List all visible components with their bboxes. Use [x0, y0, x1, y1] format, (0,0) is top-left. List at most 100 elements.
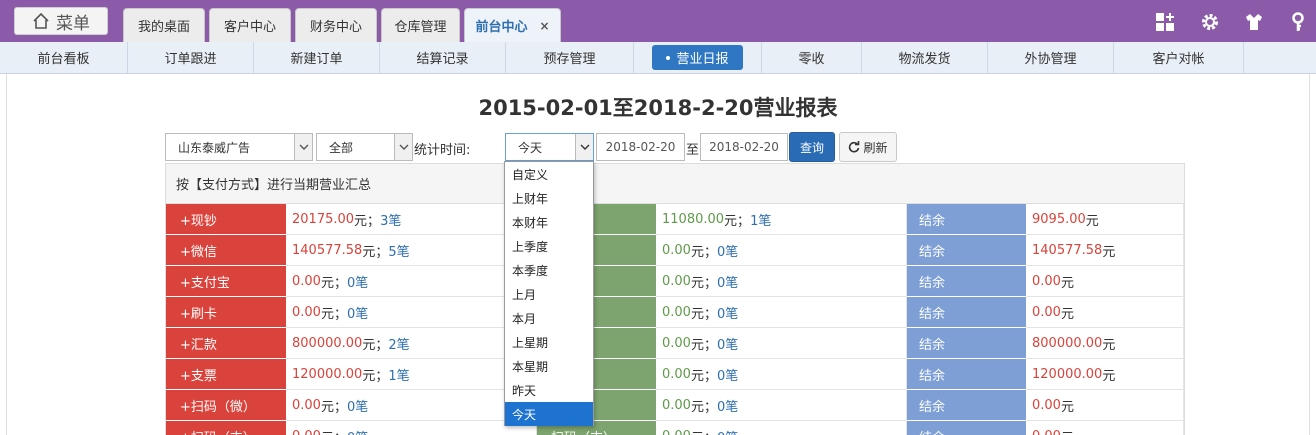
income-count: 0笔 [346, 399, 369, 415]
tab-label: 财务中心 [309, 20, 362, 35]
unit: 元 [1061, 427, 1074, 435]
subnav-outsource[interactable]: 外协管理 [988, 42, 1114, 73]
period-option[interactable]: 自定义 [505, 162, 593, 186]
separator: ； [375, 368, 389, 384]
period-option[interactable]: 本星期 [505, 354, 593, 378]
subnav-logistics[interactable]: 物流发货 [862, 42, 988, 73]
period-option[interactable]: 本财年 [505, 210, 593, 234]
balance-label-cell: 结余 [907, 359, 1026, 390]
key-icon[interactable] [1288, 12, 1308, 32]
tab-label: 前台中心 [475, 20, 528, 35]
expense-cell: 0.00元；0笔 [656, 266, 907, 297]
date-to-input[interactable]: 2018-02-20 [700, 133, 788, 161]
separator: ； [703, 306, 717, 322]
subnav-label: 新建订单 [290, 52, 343, 67]
apps-add-icon[interactable] [1155, 12, 1175, 32]
unit: 元 [690, 244, 704, 260]
gear-icon[interactable] [1200, 12, 1220, 32]
payment-method-cell[interactable]: +微信 [166, 235, 286, 266]
subnav-settlement[interactable]: 结算记录 [380, 42, 506, 73]
subnav-label: 结算记录 [416, 52, 469, 67]
refresh-label: 刷新 [863, 140, 888, 155]
refresh-button[interactable]: 刷新 [839, 132, 897, 162]
income-cell: 0.00元；0笔 [286, 297, 537, 328]
subnav-daily-report[interactable]: 营业日报 [634, 42, 762, 73]
balance-cell: 0.00元 [1026, 266, 1184, 297]
period-option[interactable]: 上季度 [505, 234, 593, 258]
income-amount: 20175.00 [292, 211, 355, 227]
subnav-reconcile[interactable]: 客户对帐 [1114, 42, 1244, 73]
subnav-active-pill: 营业日报 [652, 45, 743, 70]
chevron-down-icon [394, 134, 412, 160]
balance-amount: 140577.58 [1032, 242, 1103, 258]
period-select[interactable]: 今天 [505, 133, 594, 161]
tab-front-center[interactable]: 前台中心 × [464, 8, 561, 42]
payment-method-cell[interactable]: +支票 [166, 359, 286, 390]
payment-method-cell[interactable]: +现钞 [166, 204, 286, 235]
close-icon[interactable]: × [539, 19, 549, 33]
balance-amount: 9095.00 [1032, 211, 1086, 227]
income-amount: 800000.00 [292, 335, 363, 351]
subnav-label: 前台看板 [37, 52, 90, 67]
unit: 元 [362, 337, 376, 353]
income-amount: 120000.00 [292, 366, 363, 382]
income-cell: 800000.00 元； 2笔 [286, 328, 537, 359]
expense-amount: 0.00 [662, 397, 691, 413]
unit: 元 [1060, 306, 1074, 322]
expense-amount: 0.00 [662, 335, 691, 351]
shirt-icon[interactable] [1244, 12, 1264, 32]
payment-method-cell[interactable]: +支付宝 [166, 266, 286, 297]
refresh-icon [849, 141, 860, 153]
period-option[interactable]: 上月 [505, 282, 593, 306]
subnav-new-order[interactable]: 新建订单 [254, 42, 380, 73]
period-option[interactable]: 上星期 [505, 330, 593, 354]
unit: 元 [724, 213, 738, 229]
payment-method-cell[interactable]: +汇款 [166, 328, 286, 359]
company-select[interactable]: 山东泰威广告 [165, 133, 313, 161]
subnav-order-follow[interactable]: 订单跟进 [128, 42, 254, 73]
subnav-label: 营业日报 [676, 52, 729, 67]
subnav-label: 客户对帐 [1152, 52, 1205, 67]
balance-cell: 0.00元 [1026, 390, 1184, 421]
unit: 元 [1085, 213, 1099, 229]
panel-title: 按【支付方式】进行当期营业汇总 [166, 164, 1184, 204]
payment-method-cell[interactable]: +扫码（微） [166, 390, 286, 421]
tab-label: 客户中心 [223, 20, 276, 35]
subnav-label: 物流发货 [898, 52, 951, 67]
tab-label: 我的桌面 [137, 20, 190, 35]
expense-amount: 0.00 [662, 366, 691, 382]
subnav-label: 预存管理 [543, 52, 596, 67]
period-option[interactable]: 本月 [505, 306, 593, 330]
unit: 元 [1102, 337, 1116, 353]
scope-select[interactable]: 全部 [316, 133, 413, 161]
expense-cell: 0.00元；0笔 [656, 235, 907, 266]
subnav-small-income[interactable]: 零收 [762, 42, 862, 73]
menu-button[interactable]: 菜单 [14, 7, 108, 35]
query-button[interactable]: 查询 [789, 132, 835, 162]
separator: ； [367, 213, 381, 229]
payment-method-cell[interactable]: +刷卡 [166, 297, 286, 328]
tab-warehouse[interactable]: 仓库管理 [381, 8, 460, 42]
subnav-front-board[interactable]: 前台看板 [0, 42, 128, 73]
period-option[interactable]: 今天 [505, 402, 593, 426]
balance-cell: 800000.00 元 [1026, 328, 1184, 359]
balance-label-cell: 结余 [907, 266, 1026, 297]
tab-customer-center[interactable]: 客户中心 [209, 8, 291, 42]
to-label: 至 [686, 143, 700, 158]
period-option[interactable]: 昨天 [505, 378, 593, 402]
period-option[interactable]: 本季度 [505, 258, 593, 282]
payment-method-cell[interactable]: +扫码（支） [166, 421, 286, 435]
date-from-input[interactable]: 2018-02-20 [596, 133, 685, 161]
expense-amount: 0.00 [662, 429, 691, 435]
unit: 元 [362, 244, 376, 260]
income-count: 3笔 [380, 213, 402, 229]
period-option[interactable]: 上财年 [505, 186, 593, 210]
expense-count: 0笔 [716, 306, 739, 322]
subnav-prepaid[interactable]: 预存管理 [506, 42, 634, 73]
income-cell: 120000.00 元； 1笔 [286, 359, 537, 390]
balance-cell: 0.00元 [1026, 297, 1184, 328]
balance-amount: 0.00 [1032, 273, 1061, 289]
unit: 元 [690, 368, 704, 384]
tab-finance-center[interactable]: 财务中心 [295, 8, 377, 42]
tab-desktop[interactable]: 我的桌面 [123, 8, 205, 42]
